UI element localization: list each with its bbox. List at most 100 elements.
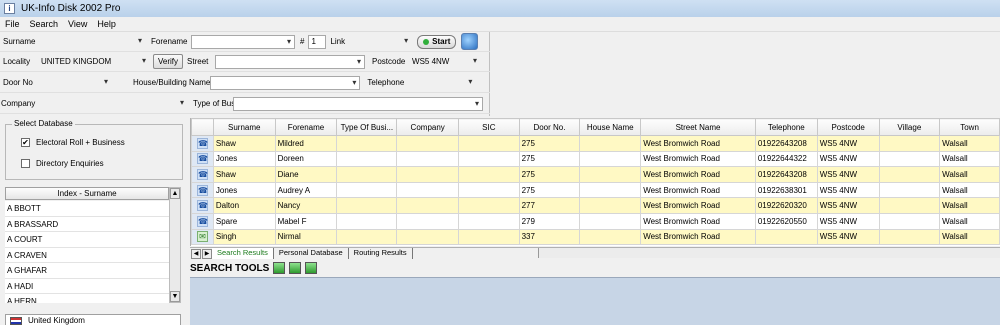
tab-personal-database[interactable]: Personal Database <box>274 248 349 259</box>
table-row[interactable]: ☎ Spare Mabel F 279 West Bromwich Road 019226… <box>191 212 1000 230</box>
tab-search-results[interactable]: Search Results <box>212 248 274 259</box>
locality-select[interactable]: UNITED KINGDOM <box>39 55 149 69</box>
row-icon-cell[interactable]: ☎ <box>191 212 214 230</box>
list-item[interactable]: A COURT <box>5 232 169 248</box>
tab-next-icon[interactable]: ▶ <box>202 248 212 259</box>
phone-icon[interactable]: ☎ <box>196 215 208 227</box>
column-header[interactable]: Forename <box>274 118 338 136</box>
table-row[interactable]: ☎ Dalton Nancy 277 West Bromwich Road 0192262… <box>191 197 1000 214</box>
phone-icon[interactable]: ☎ <box>196 137 208 149</box>
doorno-input[interactable] <box>39 76 111 90</box>
column-header[interactable]: House Name <box>579 118 642 136</box>
list-item[interactable]: A HERN <box>5 294 169 303</box>
list-item[interactable]: A BBOTT <box>5 201 169 217</box>
app-icon: i <box>4 3 15 14</box>
uk-flag-icon <box>10 316 22 325</box>
row-icon-cell[interactable]: ☎ <box>191 197 214 214</box>
directory-enquiries-label: Directory Enquiries <box>36 159 104 168</box>
table-cell <box>458 228 520 246</box>
column-header[interactable]: Type Of Busi... <box>336 118 398 136</box>
postcode-value: WS5 4NW <box>412 57 450 66</box>
list-item[interactable]: A BRASSARD <box>5 217 169 232</box>
typeofbus-select[interactable] <box>233 96 483 111</box>
list-item[interactable]: A CRAVEN <box>5 248 169 263</box>
list-item[interactable]: A GHAFAR <box>5 263 169 279</box>
horizontal-scrollbar[interactable] <box>538 248 1000 258</box>
column-header[interactable]: Town <box>939 118 1000 136</box>
table-row[interactable]: ☎ Jones Doreen 275 West Bromwich Road 0192264… <box>191 150 1000 168</box>
typeofbus-label: Type of Bus. <box>193 99 238 108</box>
table-cell: Walsall <box>939 135 1000 152</box>
phone-icon[interactable]: ☎ <box>196 153 208 165</box>
country-select[interactable]: United Kingdom <box>5 314 181 325</box>
column-header[interactable]: Telephone <box>754 118 818 136</box>
menu-file[interactable]: File <box>5 19 20 29</box>
list-item[interactable]: A HADI <box>5 279 169 294</box>
row-icon-cell[interactable]: ☎ <box>191 135 214 152</box>
column-header[interactable]: SIC <box>458 118 520 136</box>
company-input[interactable] <box>35 97 187 111</box>
tool-icon-3[interactable] <box>305 262 318 274</box>
tool-icon-2[interactable] <box>289 262 302 274</box>
menu-search[interactable]: Search <box>30 19 59 29</box>
index-header[interactable]: Index - Surname <box>5 187 169 200</box>
phone-icon[interactable]: ☎ <box>196 168 208 180</box>
column-header[interactable] <box>191 118 214 136</box>
table-cell: Walsall <box>939 181 1000 199</box>
globe-icon[interactable] <box>461 33 479 50</box>
hash-label: # <box>300 37 305 46</box>
row-icon-cell[interactable]: ☎ <box>191 166 214 183</box>
column-header[interactable]: Village <box>878 118 941 136</box>
postcode-input[interactable]: WS5 4NW <box>410 55 480 69</box>
scroll-up-icon[interactable]: ▲ <box>170 188 180 199</box>
electoral-roll-checkbox[interactable]: ✔ Electoral Roll + Business <box>21 138 125 147</box>
column-header[interactable]: Street Name <box>640 118 756 136</box>
column-header[interactable]: Postcode <box>816 118 880 136</box>
left-panel: Select Database ✔ Electoral Roll + Busin… <box>0 117 188 325</box>
table-row[interactable]: ☎ Shaw Diane 275 West Bromwich Road 019226432… <box>191 166 1000 183</box>
phone-icon[interactable]: ☎ <box>196 200 208 212</box>
top-right-blank <box>491 32 1000 116</box>
surname-input[interactable] <box>43 35 145 49</box>
column-header[interactable]: Company <box>396 118 460 136</box>
column-header[interactable]: Door No. <box>518 118 581 136</box>
street-input[interactable] <box>215 54 366 69</box>
table-cell <box>458 135 520 152</box>
table-cell: 337 <box>518 228 581 246</box>
table-row[interactable]: ☎ Shaw Mildred 275 West Bromwich Road 0192264… <box>191 135 1000 152</box>
house-input[interactable] <box>210 75 361 90</box>
scroll-down-icon[interactable]: ▼ <box>170 291 180 302</box>
table-cell <box>878 181 941 199</box>
link-select[interactable] <box>345 35 411 49</box>
verify-button[interactable]: Verify <box>153 54 184 69</box>
tab-prev-icon[interactable]: ◀ <box>191 248 201 259</box>
table-cell <box>878 135 941 152</box>
row-icon-cell[interactable]: ✉ <box>191 228 214 246</box>
telephone-input[interactable] <box>405 76 475 90</box>
table-cell: Audrey A <box>274 181 338 199</box>
directory-enquiries-checkbox[interactable]: Directory Enquiries <box>21 159 104 168</box>
count-spinner[interactable]: 1 <box>308 34 327 49</box>
table-cell <box>579 197 642 214</box>
table-cell: 279 <box>518 212 581 230</box>
row-icon-cell[interactable]: ☎ <box>191 150 214 168</box>
row-icon-cell[interactable]: ☎ <box>191 181 214 199</box>
column-header[interactable]: Surname <box>212 118 276 136</box>
mail-icon[interactable]: ✉ <box>196 231 208 243</box>
index-scrollbar[interactable]: ▲ ▼ <box>169 187 181 303</box>
menu-help[interactable]: Help <box>97 19 116 29</box>
forename-input[interactable] <box>191 34 295 49</box>
table-cell <box>396 150 460 168</box>
start-button[interactable]: Start <box>417 34 457 49</box>
phone-icon[interactable]: ☎ <box>196 184 208 196</box>
tool-icon-1[interactable] <box>273 262 286 274</box>
table-row[interactable]: ✉ Singh Nirmal 337 West Bromwich Road WS5 4NW… <box>191 228 1000 246</box>
search-tools-bar: SEARCH TOOLS <box>190 260 1000 276</box>
table-cell <box>579 181 642 199</box>
table-cell <box>458 166 520 183</box>
tab-routing-results[interactable]: Routing Results <box>349 248 413 259</box>
index-list: A BBOTT A BRASSARD A COURT A CRAVEN A GH… <box>5 201 169 303</box>
menu-view[interactable]: View <box>68 19 87 29</box>
table-cell: WS5 4NW <box>816 228 880 246</box>
table-row[interactable]: ☎ Jones Audrey A 275 West Bromwich Road 01922… <box>191 181 1000 199</box>
